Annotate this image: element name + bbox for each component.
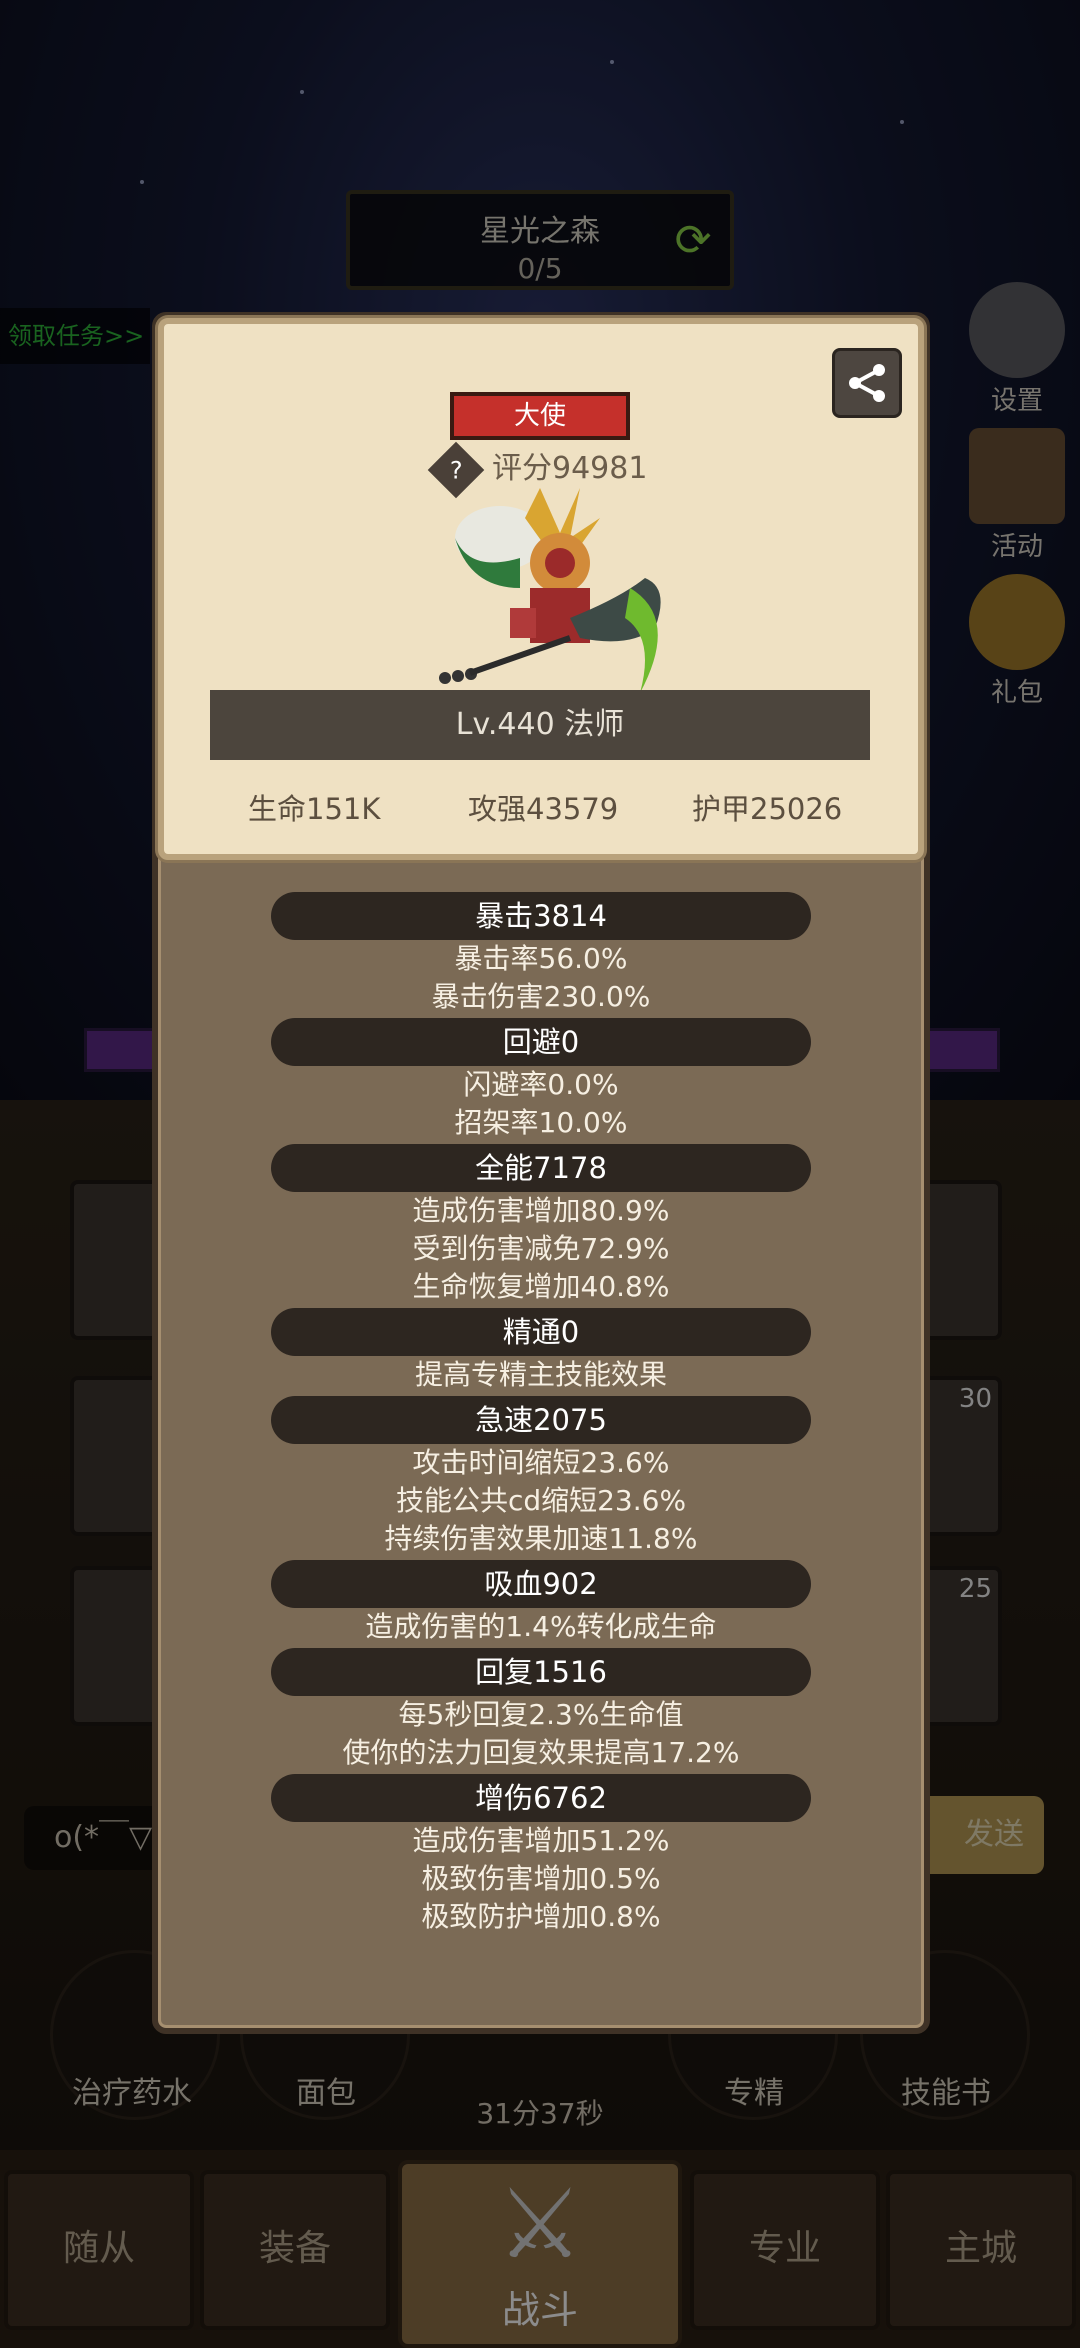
attr-group: 吸血902 造成伤害的1.4%转化成生命 xyxy=(152,1560,930,1646)
attr-detail: 暴击率56.0% xyxy=(454,942,628,975)
attr-group: 增伤6762 造成伤害增加51.2% 极致伤害增加0.5% 极致防护增加0.8% xyxy=(152,1774,930,1936)
attr-detail: 攻击时间缩短23.6% xyxy=(412,1446,670,1479)
attr-header: 精通0 xyxy=(271,1308,811,1356)
attr-header: 全能7178 xyxy=(271,1144,811,1192)
armor-stat: 护甲25026 xyxy=(692,792,843,826)
attr-header: 急速2075 xyxy=(271,1396,811,1444)
attr-header: 增伤6762 xyxy=(271,1774,811,1822)
attr-header: 回避0 xyxy=(271,1018,811,1066)
attr-header: 暴击3814 xyxy=(271,892,811,940)
attr-group: 回避0 闪避率0.0% 招架率10.0% xyxy=(152,1018,930,1142)
hp-stat: 生命151K xyxy=(248,792,381,826)
attr-detail: 闪避率0.0% xyxy=(463,1068,619,1101)
hero-sprite xyxy=(439,488,661,693)
attr-detail: 极致伤害增加0.5% xyxy=(421,1862,661,1895)
attr-detail: 造成伤害增加51.2% xyxy=(412,1824,670,1857)
attr-detail: 持续伤害效果加速11.8% xyxy=(384,1522,698,1555)
attr-header: 回复1516 xyxy=(271,1648,811,1696)
attr-detail: 生命恢复增加40.8% xyxy=(412,1270,670,1303)
level-class-bar: Lv.440 法师 xyxy=(210,690,870,760)
attr-detail: 造成伤害的1.4%转化成生命 xyxy=(365,1610,717,1643)
attr-detail: 暴击伤害230.0% xyxy=(431,980,651,1013)
attr-detail: 受到伤害减免72.9% xyxy=(412,1232,670,1265)
attr-group: 精通0 提高专精主技能效果 xyxy=(152,1308,930,1394)
attribute-list: 暴击3814 暴击率56.0% 暴击伤害230.0% 回避0 闪避率0.0% 招… xyxy=(152,890,930,1936)
attr-group: 全能7178 造成伤害增加80.9% 受到伤害减免72.9% 生命恢复增加40.… xyxy=(152,1144,930,1306)
attr-group: 暴击3814 暴击率56.0% 暴击伤害230.0% xyxy=(152,892,930,1016)
attack-power-stat: 攻强43579 xyxy=(468,792,619,826)
attr-group: 回复1516 每5秒回复2.3%生命值 使你的法力回复效果提高17.2% xyxy=(152,1648,930,1772)
share-button[interactable] xyxy=(832,348,902,418)
attr-group: 急速2075 攻击时间缩短23.6% 技能公共cd缩短23.6% 持续伤害效果加… xyxy=(152,1396,930,1558)
attr-detail: 技能公共cd缩短23.6% xyxy=(395,1484,687,1517)
attr-header: 吸血902 xyxy=(271,1560,811,1608)
attr-detail: 每5秒回复2.3%生命值 xyxy=(398,1698,684,1731)
attr-detail: 造成伤害增加80.9% xyxy=(412,1194,670,1227)
attr-detail: 招架率10.0% xyxy=(454,1106,628,1139)
attr-detail: 使你的法力回复效果提高17.2% xyxy=(342,1736,740,1769)
title-badge: 大使 xyxy=(450,392,630,440)
share-icon xyxy=(849,364,885,402)
attr-detail: 提高专精主技能效果 xyxy=(414,1358,667,1391)
attr-detail: 极致防护增加0.8% xyxy=(421,1900,661,1933)
